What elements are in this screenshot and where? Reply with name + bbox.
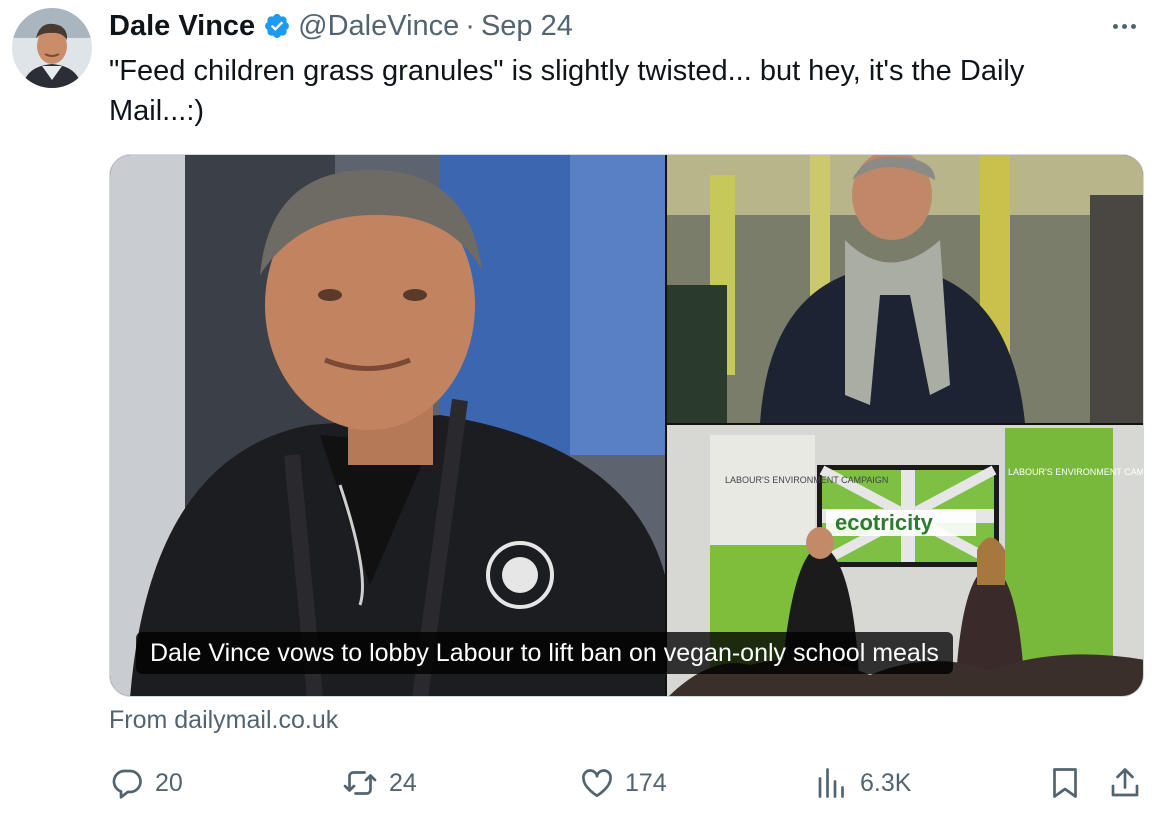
like-icon <box>582 769 612 798</box>
link-card[interactable]: ecotricity LABOUR'S ENVIRONMENT CAMPAIGN… <box>109 154 1144 697</box>
right-sign-text: LABOUR'S ENVIRONMENT CAMPAIGN <box>1008 467 1144 477</box>
view-count: 6.3K <box>860 768 912 797</box>
views-button[interactable]: 6.3K <box>814 758 911 808</box>
reply-button[interactable]: 20 <box>109 758 183 808</box>
card-image: ecotricity LABOUR'S ENVIRONMENT CAMPAIGN… <box>110 155 1144 696</box>
avatar-image <box>12 8 92 88</box>
reply-count: 20 <box>155 768 183 797</box>
tweet-header: Dale Vince @DaleVince · Sep 24 <box>109 8 573 44</box>
retweet-button[interactable]: 24 <box>341 758 417 808</box>
avatar[interactable] <box>12 8 92 88</box>
reply-icon <box>112 769 142 799</box>
retweet-count: 24 <box>389 768 417 797</box>
tweet-date[interactable]: Sep 24 <box>481 10 573 43</box>
like-button[interactable]: 174 <box>579 758 667 808</box>
author-name[interactable]: Dale Vince <box>109 10 255 43</box>
share-button[interactable] <box>1107 758 1143 808</box>
share-icon <box>1111 768 1139 797</box>
bookmark-icon <box>1053 768 1077 798</box>
screen-brand-text: ecotricity <box>835 510 934 535</box>
more-icon[interactable] <box>1106 12 1142 40</box>
like-count: 174 <box>625 768 667 797</box>
left-sign-text: LABOUR'S ENVIRONMENT CAMPAIGN <box>725 475 888 485</box>
card-source[interactable]: From dailymail.co.uk <box>109 706 338 735</box>
verified-badge-icon[interactable] <box>263 12 291 40</box>
bookmark-button[interactable] <box>1047 758 1083 808</box>
action-bar: 20 24 174 6.3K <box>109 758 1144 808</box>
header-separator: · <box>465 9 475 42</box>
views-icon <box>818 768 844 798</box>
tweet-text: "Feed children grass granules" is slight… <box>109 55 1025 127</box>
card-caption: Dale Vince vows to lobby Labour to lift … <box>136 632 953 674</box>
author-handle[interactable]: @DaleVince <box>298 10 459 43</box>
retweet-icon <box>343 771 377 795</box>
